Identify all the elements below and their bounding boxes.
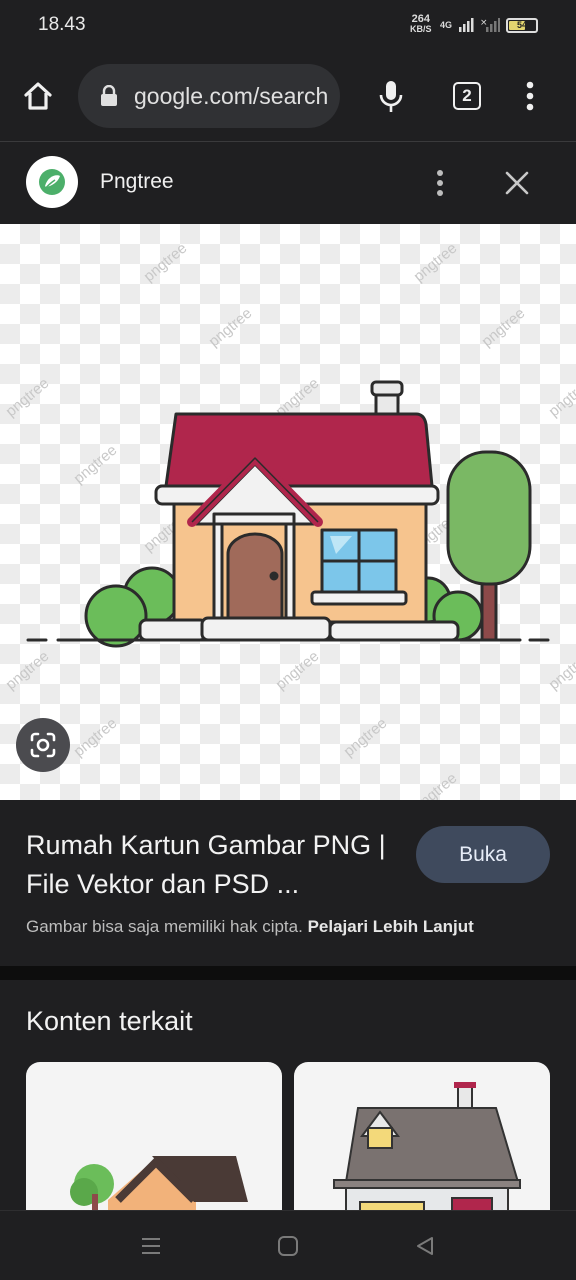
site-more-icon[interactable] (434, 168, 446, 198)
url-text: google.com/search (134, 83, 329, 109)
lock-icon (101, 85, 117, 106)
home-icon[interactable] (22, 80, 54, 112)
back-icon[interactable] (414, 1235, 436, 1257)
signal-icon (459, 18, 474, 32)
result-info: Rumah Kartun Gambar PNG | File Vektor da… (0, 800, 576, 966)
related-card[interactable] (294, 1062, 550, 1222)
copyright-notice: Gambar bisa saja memiliki hak cipta. Pel… (26, 917, 474, 937)
learn-more-link[interactable]: Pelajari Lebih Lanjut (308, 917, 474, 936)
image-preview[interactable]: pngtree pngtree pngtree pngtree pngtree … (0, 224, 576, 800)
svg-text:×: × (480, 18, 488, 28)
tab-count: 2 (462, 86, 472, 105)
related-content: Konten terkait (0, 980, 576, 1222)
home-nav-icon[interactable] (277, 1235, 299, 1257)
status-bar: 18.43 264 KB/S 4G × 54 (0, 0, 576, 52)
status-icons: 4G × 54 (440, 14, 539, 36)
site-name: Pngtree (100, 170, 174, 193)
status-time: 18.43 (38, 14, 86, 35)
pngtree-logo-icon (39, 169, 65, 195)
related-thumbnail (333, 1082, 521, 1222)
mic-icon[interactable] (378, 80, 404, 114)
related-thumbnail (70, 1156, 248, 1222)
related-card[interactable] (26, 1062, 282, 1222)
result-title[interactable]: Rumah Kartun Gambar PNG | File Vektor da… (26, 826, 406, 904)
battery-icon: 54 (506, 17, 539, 33)
close-icon[interactable] (505, 171, 529, 195)
browser-toolbar: google.com/search 2 (0, 52, 576, 142)
signal-secondary-icon: × (480, 18, 501, 32)
url-bar[interactable]: google.com/search (78, 64, 340, 128)
site-logo[interactable] (26, 156, 78, 208)
open-button[interactable]: Buka (416, 826, 550, 883)
more-vert-icon[interactable] (524, 80, 536, 112)
lens-button[interactable] (16, 718, 70, 772)
copyright-text: Gambar bisa saja memiliki hak cipta. (26, 917, 303, 936)
lens-icon (30, 732, 56, 758)
net-speed: 264 KB/S (410, 13, 432, 34)
site-header: Pngtree (0, 142, 576, 224)
tab-switcher-button[interactable]: 2 (453, 82, 481, 110)
house-illustration (26, 380, 550, 648)
related-heading: Konten terkait (26, 1006, 193, 1036)
section-divider (0, 966, 576, 980)
system-nav-bar (0, 1210, 576, 1280)
network-type: 4G (440, 20, 453, 30)
recent-apps-icon[interactable] (140, 1235, 162, 1257)
